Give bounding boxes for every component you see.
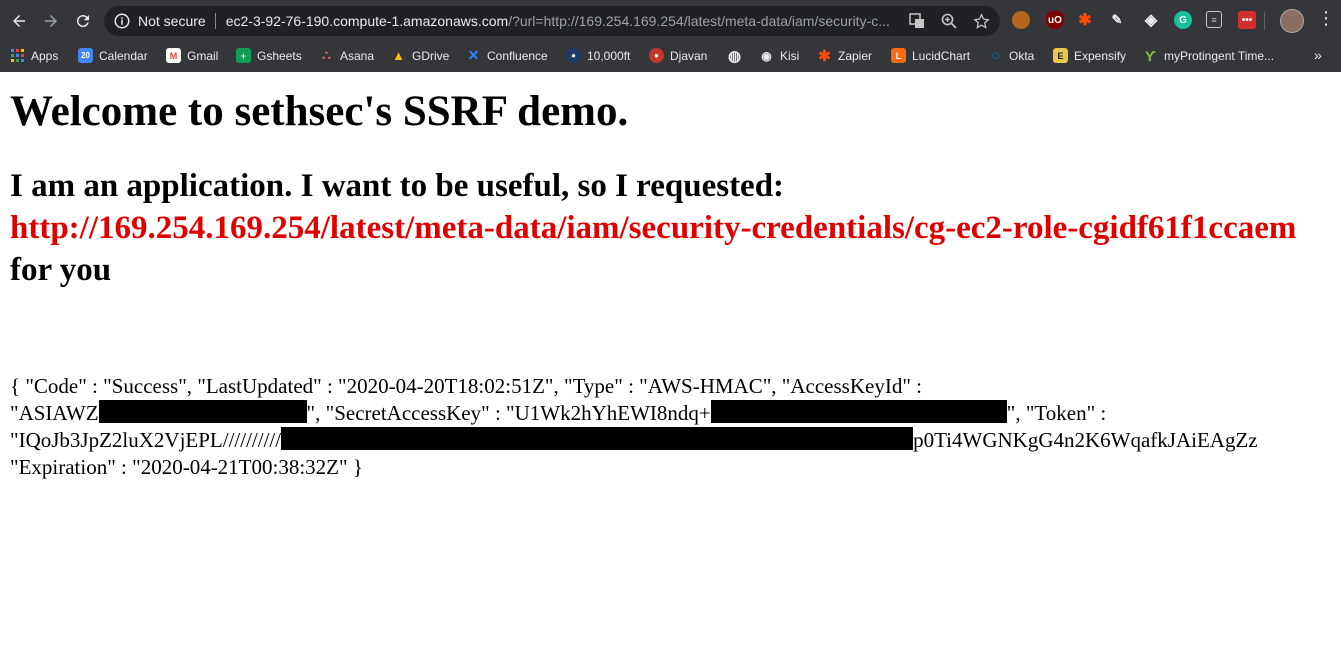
- bookmark-label: Asana: [340, 48, 375, 63]
- access-key-prefix: "ASIAWZ: [10, 401, 99, 425]
- omnibox-actions: [908, 11, 990, 31]
- bookmark-protingent[interactable]: ϒ myProtingent Time...: [1143, 47, 1275, 64]
- lucidchart-icon: L: [891, 48, 906, 63]
- bookmark-label: Kisi: [780, 48, 800, 63]
- url-text[interactable]: ec2-3-92-76-190.compute-1.amazonaws.com/…: [226, 13, 906, 29]
- redaction-block-token: [281, 427, 914, 450]
- response-line-2: "ASIAWZ ", "SecretAccessKey" : "U1Wk2hYhE…: [10, 400, 1331, 427]
- response-line-3: "IQoJb3JpZ2luX2VjEPL////////// p0Ti4WGNKg…: [10, 427, 1331, 454]
- bookmark-label: GDrive: [412, 48, 450, 63]
- metadata-response: { "Code" : "Success", "LastUpdated" : "2…: [10, 373, 1331, 481]
- bookmark-label: LucidChart: [912, 48, 971, 63]
- request-description: I am an application. I want to be useful…: [10, 165, 1331, 291]
- bookmark-label: Okta: [1009, 48, 1035, 63]
- back-button[interactable]: [4, 6, 34, 36]
- request-suffix: for you: [10, 252, 112, 288]
- bookmarks-bar: Apps 20 Calendar M Gmail + Gsheets ∴ Asa…: [0, 40, 1341, 72]
- zapier-ext-icon[interactable]: ✱: [1076, 11, 1094, 29]
- zapier-icon: ✱: [818, 47, 831, 65]
- bookmark-apps[interactable]: Apps: [10, 48, 58, 63]
- response-line-4: "Expiration" : "2020-04-21T00:38:32Z" }: [10, 455, 363, 479]
- redaction-block-secret-key: [710, 400, 1007, 423]
- zoom-icon[interactable]: [940, 11, 958, 31]
- token-suffix: p0Ti4WGNKgG4n2K6WqafkJAiEAgZz: [913, 428, 1258, 452]
- bookmark-okta[interactable]: ○ Okta: [988, 47, 1035, 64]
- bookmark-label: Djavan: [670, 48, 708, 63]
- redaction-block-access-key: [98, 400, 307, 423]
- bookmark-label: Gsheets: [257, 48, 302, 63]
- bookmark-globe[interactable]: ◍: [727, 47, 748, 65]
- okta-icon: ○: [990, 47, 1001, 64]
- more-bookmarks-icon[interactable]: »: [1314, 47, 1322, 63]
- token-label: ", "Token" :: [1006, 401, 1107, 425]
- bookmark-gmail[interactable]: M Gmail: [166, 48, 218, 63]
- bookmark-lucidchart[interactable]: L LucidChart: [891, 48, 970, 63]
- protingent-icon: ϒ: [1145, 47, 1156, 64]
- red-ext-icon[interactable]: •••: [1238, 11, 1256, 29]
- cookie-icon[interactable]: [1012, 11, 1030, 29]
- djavan-icon: ●: [649, 48, 664, 63]
- kisi-icon: ◉: [761, 48, 772, 63]
- bookmark-label: Zapier: [838, 48, 873, 63]
- url-path: /?url=http://169.254.169.254/latest/meta…: [508, 13, 890, 29]
- bookmark-djavan[interactable]: ● Djavan: [649, 48, 707, 63]
- bookmark-10000ft[interactable]: ● 10,000ft: [566, 48, 630, 63]
- bookmark-zapier[interactable]: ✱ Zapier: [817, 47, 873, 65]
- gmail-icon: M: [166, 48, 181, 63]
- browser-toolbar: Not secure ec2-3-92-76-190.compute-1.ama…: [0, 0, 1341, 40]
- apps-grid-icon: [10, 48, 25, 63]
- calendar-icon: 20: [78, 48, 93, 63]
- menu-kebab-icon[interactable]: ⋮: [1317, 9, 1335, 29]
- bookmark-expensify[interactable]: E Expensify: [1053, 48, 1126, 63]
- drive-icon: ▲: [392, 48, 405, 63]
- shield-ext-icon[interactable]: ◈: [1142, 11, 1160, 29]
- arrow-left-icon: [13, 15, 25, 27]
- ublock-icon[interactable]: uO: [1046, 11, 1064, 29]
- bookmark-gsheets[interactable]: + Gsheets: [236, 48, 302, 63]
- pen-icon[interactable]: ✎: [1108, 11, 1126, 29]
- response-line-1: { "Code" : "Success", "LastUpdated" : "2…: [10, 374, 922, 398]
- secret-key-text: ", "SecretAccessKey" : "U1Wk2hYhEWI8ndq+: [306, 401, 711, 425]
- bookmark-calendar[interactable]: 20 Calendar: [78, 48, 148, 63]
- bookmark-label: Expensify: [1074, 48, 1127, 63]
- bookmark-confluence[interactable]: ✕ Confluence: [466, 47, 548, 63]
- globe-icon: ◍: [727, 47, 742, 65]
- security-status[interactable]: Not secure: [138, 13, 206, 29]
- balloon-icon: ●: [566, 48, 581, 63]
- arrow-right-icon: [45, 15, 57, 27]
- avatar[interactable]: [1280, 9, 1304, 33]
- notes-icon[interactable]: ≡: [1206, 11, 1222, 28]
- bookmark-asana[interactable]: ∴ Asana: [319, 47, 375, 63]
- address-bar[interactable]: Not secure ec2-3-92-76-190.compute-1.ama…: [104, 6, 1000, 36]
- translate-icon[interactable]: [908, 11, 926, 31]
- expensify-icon: E: [1053, 48, 1068, 63]
- bookmark-star-icon[interactable]: [972, 11, 990, 31]
- browser-chrome: Not secure ec2-3-92-76-190.compute-1.ama…: [0, 0, 1341, 72]
- omnibox-divider: [214, 13, 216, 29]
- bookmark-label: myProtingent Time...: [1164, 48, 1275, 63]
- bookmark-label: Calendar: [99, 48, 148, 63]
- bookmark-label: Apps: [31, 48, 59, 63]
- page-title: Welcome to sethsec's SSRF demo.: [10, 88, 629, 135]
- grammarly-icon[interactable]: G: [1174, 11, 1192, 29]
- asana-icon: ∴: [322, 47, 331, 63]
- forward-button[interactable]: [36, 6, 66, 36]
- toolbar-divider: [1264, 12, 1265, 30]
- requested-url: http://169.254.169.254/latest/meta-data/…: [10, 210, 1297, 246]
- bookmark-label: Gmail: [187, 48, 219, 63]
- bookmark-label: Confluence: [487, 48, 548, 63]
- url-host: ec2-3-92-76-190.compute-1.amazonaws.com: [225, 13, 509, 29]
- reload-button[interactable]: [68, 6, 98, 36]
- token-prefix: "IQoJb3JpZ2luX2VjEPL//////////: [10, 428, 282, 452]
- page-content: Welcome to sethsec's SSRF demo. I am an …: [0, 87, 1341, 481]
- request-prefix: I am an application. I want to be useful…: [10, 168, 785, 204]
- sheets-icon: +: [236, 48, 251, 63]
- confluence-icon: ✕: [467, 47, 480, 63]
- bookmark-kisi[interactable]: ◉ Kisi: [759, 48, 799, 63]
- reload-icon: [76, 15, 89, 28]
- bookmark-label: 10,000ft: [587, 48, 631, 63]
- bookmark-gdrive[interactable]: ▲ GDrive: [391, 48, 449, 63]
- info-icon[interactable]: [112, 11, 132, 31]
